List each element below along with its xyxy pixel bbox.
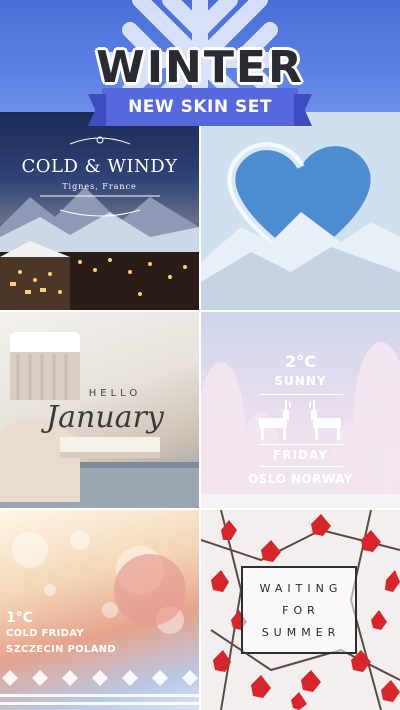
knit-pattern xyxy=(0,670,199,705)
skin-tile-heart-mountain[interactable] xyxy=(201,112,400,310)
tile-day: FRIDAY xyxy=(273,448,328,462)
skin-tile-cold-windy[interactable]: COLD & WINDY Tignes, France xyxy=(0,112,199,310)
page-title: WINTER xyxy=(96,42,304,93)
tile-title: COLD & WINDY xyxy=(21,156,178,177)
skin-tile-oslo[interactable]: 2°C SUNNY FRIDAY OSLO NORWAY xyxy=(201,312,400,508)
tile-subtitle: Tignes, France xyxy=(62,182,137,191)
heart-sky-image xyxy=(201,112,400,310)
divider xyxy=(259,444,343,445)
tile-temperature: 2°C xyxy=(285,352,316,371)
skin-tile-waiting-summer[interactable]: WAITING FOR SUMMER xyxy=(201,510,400,710)
tile-line2: FOR xyxy=(282,604,320,617)
tile-january-text: January xyxy=(46,400,164,435)
skin-tile-hello-january[interactable]: HELLO January xyxy=(0,312,199,508)
skin-tile-szczecin[interactable]: 1°C COLD FRIDAY SZCZECIN POLAND xyxy=(0,510,199,710)
tile-line2: SZCZECIN POLAND xyxy=(6,644,116,655)
tile-city: OSLO NORWAY xyxy=(248,472,353,486)
reindeer-icon xyxy=(259,400,341,440)
text-frame: WAITING FOR SUMMER xyxy=(241,566,357,654)
tile-temperature: 1°C xyxy=(6,610,34,626)
tile-condition: SUNNY xyxy=(274,374,327,388)
tile-hello-text: HELLO xyxy=(88,388,142,399)
ornament-icon xyxy=(40,136,160,217)
tile-line3: SUMMER xyxy=(261,626,341,639)
divider xyxy=(259,466,343,467)
divider xyxy=(259,394,343,395)
subtitle-ribbon: NEW SKIN SET xyxy=(102,88,298,126)
tile-line1: WAITING xyxy=(259,582,343,595)
tile-line1: COLD FRIDAY xyxy=(6,628,84,639)
